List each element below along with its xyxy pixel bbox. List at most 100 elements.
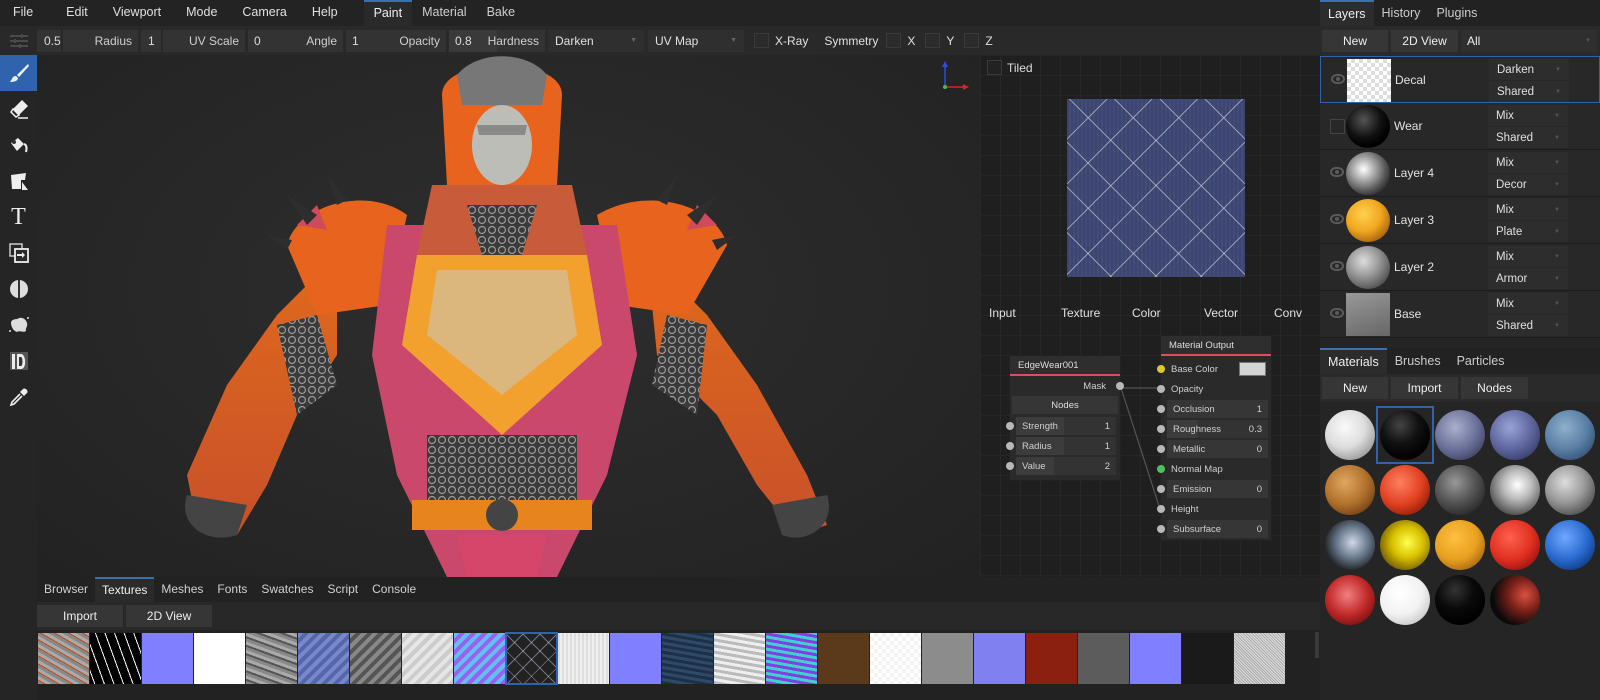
- texture-weave-normal[interactable]: [454, 633, 505, 684]
- material-burnt-metal[interactable]: [1490, 575, 1540, 625]
- uv-scale-field[interactable]: UV Scale: [163, 29, 245, 52]
- material-white-plastic[interactable]: [1325, 410, 1375, 460]
- menu-edit[interactable]: Edit: [66, 0, 88, 26]
- material-nodes-button[interactable]: Nodes: [1461, 377, 1528, 399]
- layer-object-select[interactable]: Decor ▼: [1488, 174, 1568, 195]
- eye-icon[interactable]: [1330, 167, 1344, 177]
- layer-blend-select[interactable]: Mix ▼: [1488, 246, 1568, 267]
- layer-object-select[interactable]: Shared ▼: [1489, 81, 1569, 102]
- layers-2d-view-button[interactable]: 2D View: [1391, 30, 1458, 52]
- symmetry-x-checkbox[interactable]: [886, 33, 902, 48]
- tab-plugins[interactable]: Plugins: [1428, 0, 1485, 26]
- material-red-rough[interactable]: [1490, 520, 1540, 570]
- material-gold[interactable]: [1380, 520, 1430, 570]
- tool-smudge[interactable]: [0, 307, 37, 343]
- texture-flat-normal-2[interactable]: [610, 633, 661, 684]
- menu-viewport[interactable]: Viewport: [113, 0, 161, 26]
- tool-clone[interactable]: [0, 235, 37, 271]
- tool-particle[interactable]: [0, 343, 37, 379]
- texture-white[interactable]: [194, 633, 245, 684]
- layer-filter-select[interactable]: All ▼: [1461, 30, 1597, 52]
- tab-particles[interactable]: Particles: [1449, 348, 1513, 374]
- material-leather-brown[interactable]: [1325, 465, 1375, 515]
- material-white-gloss[interactable]: [1380, 575, 1430, 625]
- material-dark-metal[interactable]: [1435, 465, 1485, 515]
- import-material-button[interactable]: Import: [1391, 377, 1458, 399]
- new-layer-button[interactable]: New: [1322, 30, 1388, 52]
- eye-icon[interactable]: [1330, 308, 1344, 318]
- angle-field[interactable]: 0 Angle: [248, 29, 343, 52]
- tool-text[interactable]: T: [0, 199, 37, 235]
- uv-scale-value[interactable]: 1: [141, 29, 161, 52]
- new-material-button[interactable]: New: [1322, 377, 1388, 399]
- menu-camera[interactable]: Camera: [242, 0, 286, 26]
- input-slider[interactable]: Subsurface 0: [1167, 520, 1268, 538]
- texture-weave-rough[interactable]: [350, 633, 401, 684]
- menu-mode[interactable]: Mode: [186, 0, 217, 26]
- menu-help[interactable]: Help: [312, 0, 338, 26]
- material-scratched-metal[interactable]: [1545, 465, 1595, 515]
- material-black-gloss[interactable]: [1380, 410, 1430, 460]
- texture-weave-color[interactable]: [298, 633, 349, 684]
- material-woven-fabric[interactable]: [1435, 410, 1485, 460]
- texture-white-noise[interactable]: [1234, 633, 1285, 684]
- uv-map-select[interactable]: UV Map ▼: [648, 29, 744, 52]
- input-slider[interactable]: Metallic 0: [1167, 440, 1268, 458]
- xray-checkbox[interactable]: [754, 33, 769, 48]
- base-color-swatch[interactable]: [1239, 362, 1266, 376]
- layer-row[interactable]: Layer 4 Mix ▼ Decor ▼: [1320, 150, 1600, 197]
- material-blue-plastic[interactable]: [1545, 520, 1595, 570]
- strength-socket[interactable]: [1006, 422, 1014, 430]
- radius-value[interactable]: 0.5: [37, 29, 61, 52]
- layer-object-select[interactable]: Shared ▼: [1488, 315, 1568, 336]
- radius-socket[interactable]: [1006, 442, 1014, 450]
- layer-blend-select[interactable]: Mix ▼: [1488, 199, 1568, 220]
- value-socket[interactable]: [1006, 462, 1014, 470]
- workspace-tab-bake[interactable]: Bake: [477, 0, 526, 26]
- texture-grunge-mask[interactable]: [90, 633, 141, 684]
- texture-denim-rough[interactable]: [714, 633, 765, 684]
- strength-slider[interactable]: Strength 1: [1016, 417, 1116, 435]
- options-toggle-icon[interactable]: [0, 26, 37, 55]
- menu-file[interactable]: File: [13, 0, 33, 26]
- input-slider[interactable]: Occlusion 1: [1167, 400, 1268, 418]
- tab-brushes[interactable]: Brushes: [1387, 348, 1449, 374]
- eye-icon[interactable]: [1330, 261, 1344, 271]
- texture-flat-normal-3[interactable]: [1130, 633, 1181, 684]
- visibility-checkbox[interactable]: [1330, 119, 1345, 134]
- texture-grunge-color[interactable]: [38, 633, 89, 684]
- input-socket[interactable]: [1157, 485, 1165, 493]
- input-socket[interactable]: [1157, 445, 1165, 453]
- tool-fill[interactable]: [0, 127, 37, 163]
- texture-concrete-height[interactable]: [246, 633, 297, 684]
- tool-decal[interactable]: [0, 163, 37, 199]
- texture-leather-brown[interactable]: [818, 633, 869, 684]
- tab-materials[interactable]: Materials: [1320, 348, 1387, 374]
- tab-layers[interactable]: Layers: [1320, 0, 1374, 26]
- material-blue-denim[interactable]: [1545, 410, 1595, 460]
- layer-row[interactable]: Layer 3 Mix ▼ Plate ▼: [1320, 197, 1600, 244]
- input-slider[interactable]: Roughness 0.3: [1167, 420, 1268, 438]
- material-red-paint[interactable]: [1380, 465, 1430, 515]
- opacity-field[interactable]: 1 Opacity: [346, 29, 446, 52]
- texture-dark-noise[interactable]: [1182, 633, 1233, 684]
- layer-row[interactable]: Decal Darken ▼ Shared ▼: [1320, 56, 1600, 103]
- layer-blend-select[interactable]: Mix ▼: [1488, 293, 1568, 314]
- layer-blend-select[interactable]: Mix ▼: [1488, 105, 1568, 126]
- input-socket[interactable]: [1157, 505, 1165, 513]
- material-quilted-denim[interactable]: [1490, 410, 1540, 460]
- radius-slider[interactable]: Radius 1: [1016, 437, 1116, 455]
- texture-quilt-color[interactable]: [505, 632, 558, 685]
- texture-flat-normal[interactable]: [142, 633, 193, 684]
- layer-row[interactable]: Wear Mix ▼ Shared ▼: [1320, 103, 1600, 150]
- layer-object-select[interactable]: Shared ▼: [1488, 127, 1568, 148]
- workspace-tab-paint[interactable]: Paint: [363, 0, 413, 26]
- value-slider[interactable]: Value 2: [1016, 457, 1116, 475]
- hardness-field[interactable]: 0.8 Hardness: [449, 29, 545, 52]
- layer-row[interactable]: Base Mix ▼ Shared ▼: [1320, 291, 1600, 338]
- texture-leather-white[interactable]: [870, 633, 921, 684]
- radius-field[interactable]: Radius: [63, 29, 138, 52]
- material-chrome[interactable]: [1490, 465, 1540, 515]
- input-socket[interactable]: [1157, 525, 1165, 533]
- input-slider[interactable]: Emission 0: [1167, 480, 1268, 498]
